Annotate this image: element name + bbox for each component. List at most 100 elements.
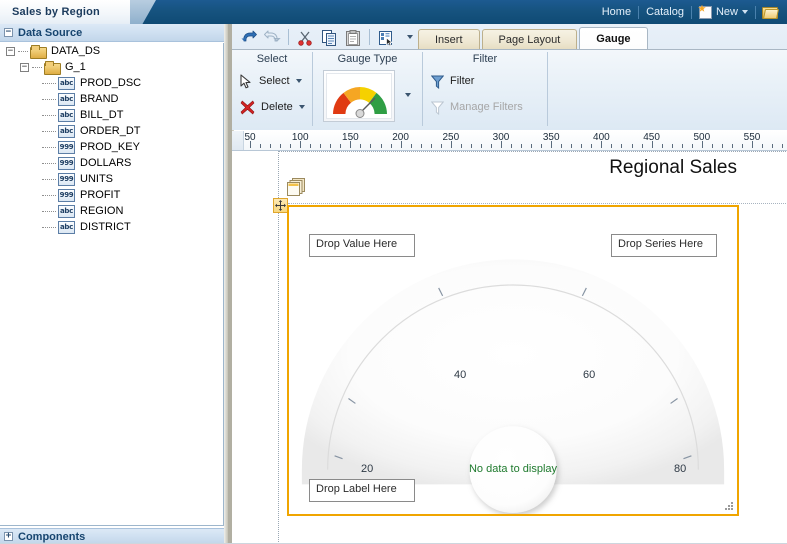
report-page[interactable]: Regional Sales 20 40 60 80 Drop Value He… xyxy=(273,151,787,544)
folder-icon xyxy=(30,44,47,59)
undo-button[interactable] xyxy=(236,26,260,48)
copy-icon xyxy=(322,29,336,46)
ribbon-tab-page-layout[interactable]: Page Layout xyxy=(481,29,578,50)
move-cross-icon[interactable] xyxy=(273,198,288,213)
drop-value-target[interactable]: Drop Value Here xyxy=(309,234,415,257)
data-source-header-label: Data Source xyxy=(18,26,83,39)
drop-label-target[interactable]: Drop Label Here xyxy=(309,479,415,502)
tree-item[interactable]: − G_1 xyxy=(0,59,223,75)
number-field-icon: 999 xyxy=(58,188,75,202)
ribbon-tab-gauge[interactable]: Gauge xyxy=(579,27,648,50)
ruler-minor-tick xyxy=(631,144,633,148)
gauge-type-button[interactable] xyxy=(323,70,395,122)
text-field-icon: abc xyxy=(58,204,75,218)
delete-tool-label: Delete xyxy=(261,101,293,113)
ruler-minor-tick xyxy=(440,144,442,148)
tree-item[interactable]: abc REGION xyxy=(0,203,223,219)
ruler-minor-tick xyxy=(410,144,412,148)
ribbon-tab-insert[interactable]: Insert xyxy=(418,29,480,50)
ruler-minor-tick xyxy=(521,144,523,148)
tree-connector xyxy=(42,114,56,116)
tree-item-label: G_1 xyxy=(65,61,86,73)
components-header[interactable]: + Components xyxy=(0,528,224,544)
tree-item-label: DISTRICT xyxy=(80,221,131,233)
ribbon-body: Select Select Delete Gauge Type Filter F… xyxy=(232,49,787,130)
nav-catalog-link[interactable]: Catalog xyxy=(639,0,691,24)
manage-filters-button[interactable]: Manage Filters xyxy=(423,94,547,120)
tree-item[interactable]: abc BRAND xyxy=(0,91,223,107)
ruler-minor-tick xyxy=(460,144,462,148)
top-header-bar: Sales by Region Home Catalog New xyxy=(0,0,787,24)
tree-item-label: BILL_DT xyxy=(80,109,124,121)
chevron-down-icon[interactable] xyxy=(298,105,305,109)
open-folder-icon[interactable] xyxy=(762,6,778,19)
ruler-minor-tick xyxy=(390,144,392,148)
ruler-major-tick xyxy=(400,141,402,148)
data-source-collapse-icon[interactable]: − xyxy=(4,28,13,37)
cut-button[interactable] xyxy=(293,26,317,48)
copy-button[interactable] xyxy=(317,26,341,48)
nav-home-link[interactable]: Home xyxy=(595,0,638,24)
report-canvas[interactable]: Regional Sales 20 40 60 80 Drop Value He… xyxy=(232,151,787,544)
gauge-object[interactable]: 20 40 60 80 0 100 Drop Value Here Drop S… xyxy=(287,205,739,516)
tree-connector xyxy=(42,178,56,180)
left-panel: − Data Source − DATA_DS − G_1 abc PROD_DSC abc… xyxy=(0,24,228,544)
tree-item[interactable]: 999 UNITS xyxy=(0,171,223,187)
ruler-minor-tick xyxy=(260,144,262,148)
resize-grip-icon[interactable] xyxy=(725,502,734,511)
tree-item[interactable]: abc BILL_DT xyxy=(0,107,223,123)
tree-toggle-icon[interactable]: − xyxy=(6,46,15,56)
tree-connector xyxy=(42,98,56,100)
tree-item-label: UNITS xyxy=(80,173,113,185)
stacked-pages-icon[interactable] xyxy=(285,178,309,198)
tree-item[interactable]: − DATA_DS xyxy=(0,43,223,59)
tree-connector xyxy=(42,162,56,164)
redo-button[interactable] xyxy=(260,26,284,48)
tree-item[interactable]: abc PROD_DSC xyxy=(0,75,223,91)
tree-connector xyxy=(42,226,56,228)
paste-button[interactable] xyxy=(341,26,365,48)
new-document-icon xyxy=(698,5,712,19)
chevron-down-icon[interactable] xyxy=(295,79,302,83)
horizontal-ruler[interactable]: 50 100 150 200 250 300 350 400 450 500 550 xyxy=(232,131,787,151)
chevron-down-icon xyxy=(742,10,748,14)
text-field-icon: abc xyxy=(58,220,75,234)
tree-item[interactable]: 999 DOLLARS xyxy=(0,155,223,171)
select-tool-button[interactable]: Select xyxy=(232,68,312,94)
tree-connector xyxy=(42,146,56,148)
filter-button[interactable]: Filter xyxy=(423,68,547,94)
ruler-minor-tick xyxy=(721,144,723,148)
tree-item[interactable]: abc DISTRICT xyxy=(0,219,223,235)
ribbon-tabstrip: Insert Page Layout Gauge xyxy=(418,26,787,50)
data-source-tree[interactable]: − DATA_DS − G_1 abc PROD_DSC abc BRAND abc BILL_D… xyxy=(0,43,224,526)
text-field-icon: abc xyxy=(58,108,75,122)
tree-toggle-icon[interactable]: − xyxy=(20,62,29,72)
components-expand-icon[interactable]: + xyxy=(4,532,13,541)
undo-icon xyxy=(240,30,257,44)
red-x-icon xyxy=(240,100,255,115)
ruler-minor-tick xyxy=(270,144,272,148)
document-tab[interactable]: Sales by Region xyxy=(0,0,156,24)
tree-item-label: PROFIT xyxy=(80,189,121,201)
new-button[interactable]: New xyxy=(692,5,755,19)
drop-series-target[interactable]: Drop Series Here xyxy=(611,234,717,257)
report-title[interactable]: Regional Sales xyxy=(609,157,737,179)
tree-item[interactable]: 999 PROD_KEY xyxy=(0,139,223,155)
no-data-message: No data to display xyxy=(468,463,558,475)
number-field-icon: 999 xyxy=(58,140,75,154)
dial-gauge-icon xyxy=(326,73,392,119)
tree-connector xyxy=(32,66,42,68)
gauge-tick-40: 40 xyxy=(454,369,467,381)
ruler-minor-tick xyxy=(310,144,312,148)
properties-button[interactable] xyxy=(374,26,398,48)
tree-item[interactable]: 999 PROFIT xyxy=(0,187,223,203)
ruler-minor-tick xyxy=(370,144,372,148)
data-source-header[interactable]: − Data Source xyxy=(0,24,224,42)
gauge-type-dropdown-icon[interactable] xyxy=(405,93,411,97)
delete-tool-button[interactable]: Delete xyxy=(232,94,312,120)
tree-item[interactable]: abc ORDER_DT xyxy=(0,123,223,139)
ruler-major-tick xyxy=(250,141,251,148)
tree-item-label: DATA_DS xyxy=(51,45,101,57)
ruler-major-tick xyxy=(450,141,452,148)
ribbon-tab-label: Page Layout xyxy=(498,34,561,46)
